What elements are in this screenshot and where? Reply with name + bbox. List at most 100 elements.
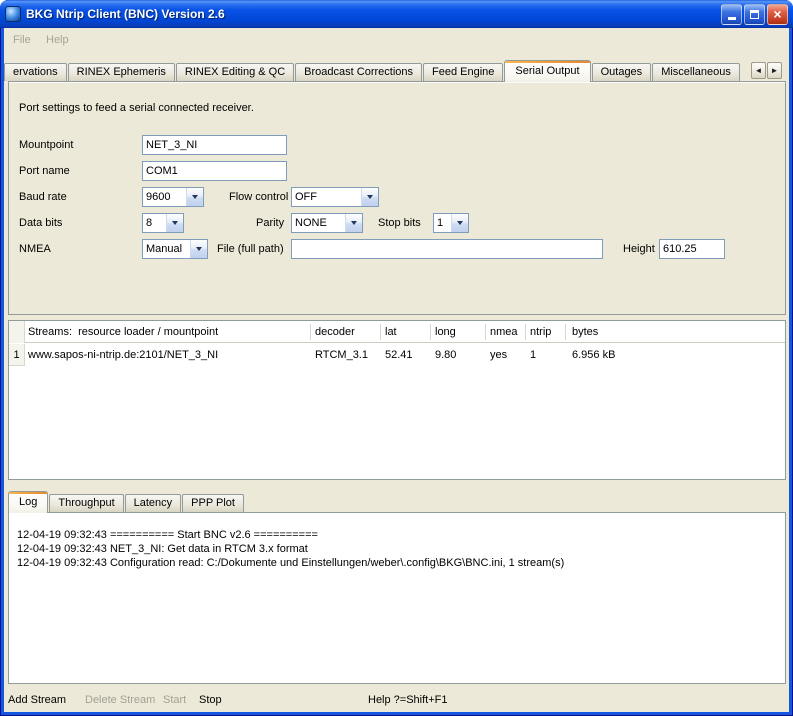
- cell-long: 9.80: [435, 344, 456, 366]
- header-lat: lat: [385, 321, 397, 343]
- stop-bits-select[interactable]: 1: [433, 213, 469, 233]
- table-row[interactable]: 1 www.sapos-ni-ntrip.de:2101/NET_3_NI RT…: [9, 344, 785, 366]
- row-index: 1: [9, 344, 25, 366]
- log-line: 12-04-19 09:32:43 ========== Start BNC v…: [17, 528, 777, 542]
- log-line: 12-04-19 09:32:43 NET_3_NI: Get data in …: [17, 542, 777, 556]
- parity-value: NONE: [295, 214, 327, 232]
- menu-file[interactable]: File: [9, 31, 35, 49]
- help-hint: Help ?=Shift+F1: [368, 692, 448, 708]
- add-stream-button[interactable]: Add Stream: [8, 692, 66, 708]
- table-corner-cell: [9, 321, 25, 343]
- header-decoder: decoder: [315, 321, 355, 343]
- header-separator: [525, 324, 526, 340]
- header-separator: [485, 324, 486, 340]
- stop-bits-label: Stop bits: [378, 213, 421, 233]
- window-title: BKG Ntrip Client (BNC) Version 2.6: [26, 7, 721, 21]
- tab-scroll-left-button[interactable]: ◄: [751, 62, 766, 79]
- nmea-value: Manual: [146, 240, 182, 258]
- start-button[interactable]: Start: [163, 692, 186, 708]
- baud-rate-label: Baud rate: [19, 187, 67, 207]
- menubar: File Help: [4, 28, 789, 52]
- tab-scroll-right-button[interactable]: ►: [767, 62, 782, 79]
- cell-bytes: 6.956 kB: [572, 344, 615, 366]
- flow-control-select[interactable]: OFF: [291, 187, 379, 207]
- tab-serial-output[interactable]: Serial Output: [504, 60, 590, 82]
- mountpoint-input[interactable]: [142, 135, 287, 155]
- stop-button[interactable]: Stop: [199, 692, 222, 708]
- window-controls: ×: [721, 4, 788, 25]
- tab-observations[interactable]: ervations: [4, 63, 67, 81]
- log-line: 12-04-19 09:32:43 Configuration read: C:…: [17, 556, 777, 570]
- mountpoint-label: Mountpoint: [19, 135, 73, 155]
- streams-table: Streams: resource loader / mountpoint de…: [8, 320, 786, 480]
- baud-rate-select[interactable]: 9600: [142, 187, 204, 207]
- stop-bits-value: 1: [437, 214, 443, 232]
- window-body: File Help ervations RINEX Ephemeris RINE…: [4, 28, 789, 712]
- parity-label: Parity: [256, 213, 284, 233]
- close-icon: ×: [773, 7, 781, 21]
- combo-arrow-icon: [166, 214, 183, 232]
- minimize-icon: [728, 17, 736, 20]
- bottom-tabbar: Log Throughput Latency PPP Plot: [8, 491, 245, 512]
- cell-lat: 52.41: [385, 344, 413, 366]
- tab-rinex-ephemeris[interactable]: RINEX Ephemeris: [68, 63, 175, 81]
- data-bits-select[interactable]: 8: [142, 213, 184, 233]
- maximize-icon: [750, 10, 759, 19]
- parity-select[interactable]: NONE: [291, 213, 363, 233]
- log-panel: 12-04-19 09:32:43 ========== Start BNC v…: [8, 512, 786, 684]
- header-separator: [565, 324, 566, 340]
- file-path-input[interactable]: [291, 239, 603, 259]
- header-separator: [310, 324, 311, 340]
- cell-mountpoint: www.sapos-ni-ntrip.de:2101/NET_3_NI: [28, 344, 218, 366]
- serial-output-panel: Port settings to feed a serial connected…: [8, 81, 786, 315]
- port-name-label: Port name: [19, 161, 70, 181]
- chevron-left-icon: ◄: [755, 66, 763, 75]
- data-bits-label: Data bits: [19, 213, 62, 233]
- cell-ntrip: 1: [530, 344, 536, 366]
- tab-log[interactable]: Log: [8, 491, 48, 513]
- tab-ppp-plot[interactable]: PPP Plot: [182, 494, 244, 512]
- combo-arrow-icon: [190, 240, 207, 258]
- menu-help[interactable]: Help: [42, 31, 73, 49]
- header-separator: [380, 324, 381, 340]
- tab-throughput[interactable]: Throughput: [49, 494, 123, 512]
- header-long: long: [435, 321, 456, 343]
- cell-nmea: yes: [490, 344, 507, 366]
- tab-rinex-editing-qc[interactable]: RINEX Editing & QC: [176, 63, 294, 81]
- tab-miscellaneous[interactable]: Miscellaneous: [652, 63, 740, 81]
- combo-arrow-icon: [361, 188, 378, 206]
- header-ntrip: ntrip: [530, 321, 551, 343]
- height-input[interactable]: [659, 239, 725, 259]
- minimize-button[interactable]: [721, 4, 742, 25]
- combo-arrow-icon: [345, 214, 362, 232]
- streams-table-header: Streams: resource loader / mountpoint de…: [9, 321, 785, 343]
- flow-control-value: OFF: [295, 188, 317, 206]
- header-mountpoint: Streams: resource loader / mountpoint: [28, 321, 218, 343]
- main-tabbar: ervations RINEX Ephemeris RINEX Editing …: [4, 60, 741, 81]
- height-label: Height: [623, 239, 655, 259]
- file-path-label: File (full path): [217, 239, 284, 259]
- chevron-right-icon: ►: [771, 66, 779, 75]
- header-nmea: nmea: [490, 321, 518, 343]
- header-separator: [430, 324, 431, 340]
- app-icon: [5, 6, 21, 22]
- baud-rate-value: 9600: [146, 188, 170, 206]
- panel-description: Port settings to feed a serial connected…: [19, 102, 254, 114]
- header-bytes: bytes: [572, 321, 598, 343]
- delete-stream-button[interactable]: Delete Stream: [85, 692, 155, 708]
- flow-control-label: Flow control: [229, 187, 288, 207]
- titlebar[interactable]: BKG Ntrip Client (BNC) Version 2.6 ×: [0, 0, 793, 28]
- app-window: BKG Ntrip Client (BNC) Version 2.6 × Fil…: [0, 0, 793, 716]
- tab-feed-engine[interactable]: Feed Engine: [423, 63, 503, 81]
- nmea-select[interactable]: Manual: [142, 239, 208, 259]
- combo-arrow-icon: [186, 188, 203, 206]
- tab-outages[interactable]: Outages: [592, 63, 652, 81]
- tab-latency[interactable]: Latency: [125, 494, 182, 512]
- port-name-input[interactable]: [142, 161, 287, 181]
- combo-arrow-icon: [451, 214, 468, 232]
- log-lines: 12-04-19 09:32:43 ========== Start BNC v…: [9, 513, 785, 570]
- close-button[interactable]: ×: [767, 4, 788, 25]
- tab-broadcast-corrections[interactable]: Broadcast Corrections: [295, 63, 422, 81]
- data-bits-value: 8: [146, 214, 152, 232]
- maximize-button[interactable]: [744, 4, 765, 25]
